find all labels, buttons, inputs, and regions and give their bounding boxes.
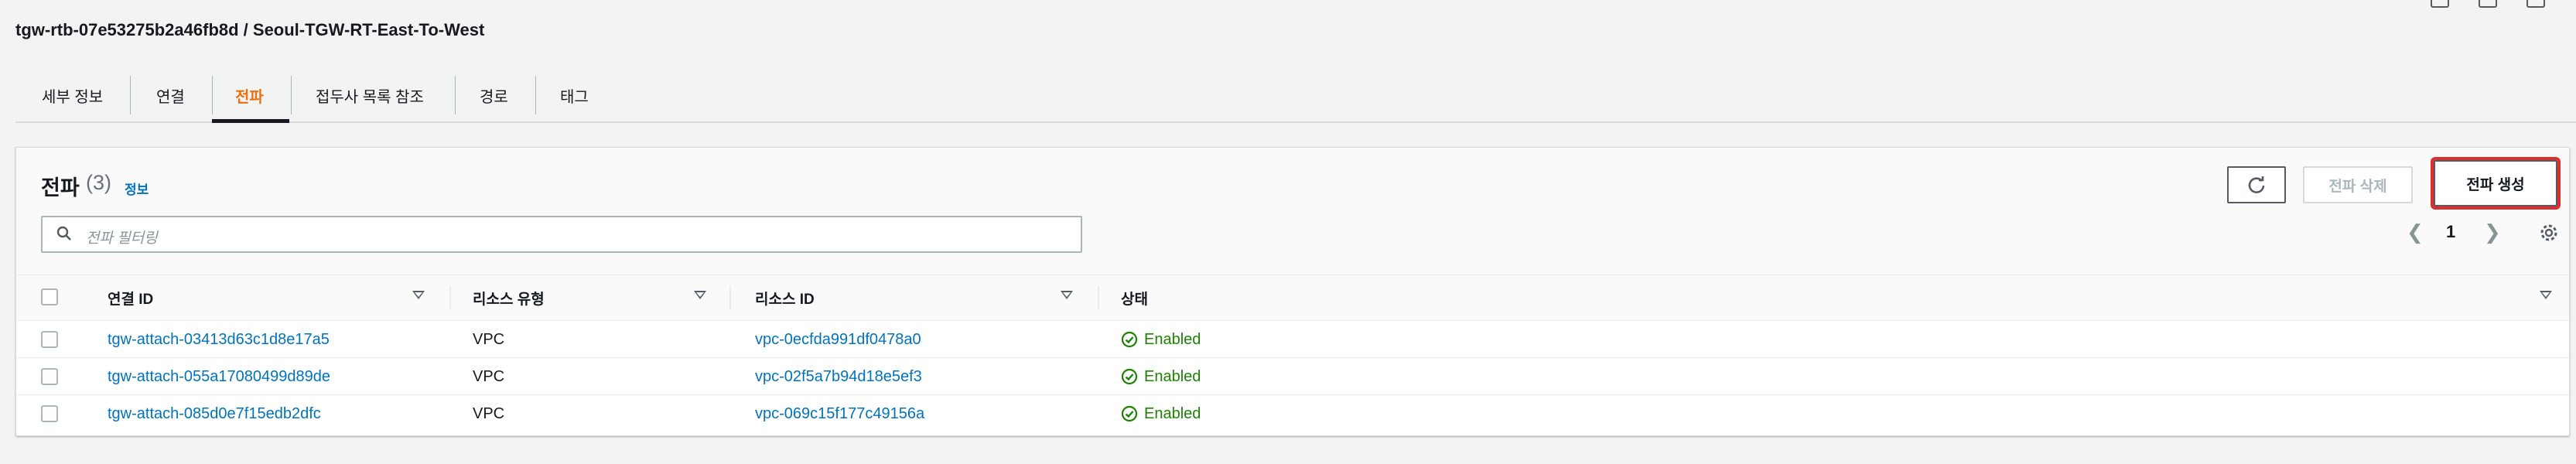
column-attachment-id[interactable]: 연결 ID [108,275,153,320]
tab-routes[interactable]: 경로 [480,67,508,124]
gear-icon[interactable] [2538,222,2560,244]
tab-details[interactable]: 세부 정보 [42,67,103,124]
panel-header [16,148,2569,275]
attachment-id-link[interactable]: tgw-attach-03413d63c1d8e17a5 [108,321,330,358]
refresh-icon [2248,176,2265,193]
tab-divider [291,76,292,114]
propagations-panel: 전파 (3) 정보 전파 삭제 전파 생성 전파 필터링 ❮ 1 ❯ 연결 ID… [15,147,2570,436]
status-text: Enabled [1144,367,1201,385]
row-checkbox[interactable] [41,368,58,385]
tab-divider [130,76,131,114]
attachment-id-link[interactable]: tgw-attach-085d0e7f15edb2dfc [108,395,321,432]
status-badge: Enabled [1121,321,1201,358]
prev-page-icon[interactable]: ❮ [2407,220,2424,244]
column-resource-type[interactable]: 리소스 유형 [473,275,545,320]
window-icon[interactable] [2526,0,2545,8]
status-text: Enabled [1144,404,1201,422]
check-circle-icon [1121,368,1138,385]
info-link[interactable]: 정보 [125,179,149,198]
status-text: Enabled [1144,330,1201,348]
row-checkbox[interactable] [41,405,58,422]
delete-propagation-button[interactable]: 전파 삭제 [2303,166,2413,203]
attachment-id-link[interactable]: tgw-attach-055a17080499d89de [108,358,330,395]
window-icon[interactable] [2431,0,2449,8]
resource-id-link[interactable]: vpc-02f5a7b94d18e5ef3 [755,358,922,395]
filter-search[interactable]: 전파 필터링 [41,216,1082,253]
page-title: tgw-rtb-07e53275b2a46fb8d / Seoul-TGW-RT… [15,20,485,39]
tab-divider [535,76,536,114]
resource-type: VPC [473,367,505,385]
table-row[interactable]: tgw-attach-055a17080499d89de VPC vpc-02f… [16,358,2569,395]
tab-divider [212,76,213,114]
row-checkbox[interactable] [41,331,58,348]
select-all-checkbox[interactable] [41,288,58,305]
page-number[interactable]: 1 [2446,222,2455,242]
top-icons [2431,0,2545,8]
table-row[interactable]: tgw-attach-03413d63c1d8e17a5 VPC vpc-0ec… [16,321,2569,358]
sort-icon[interactable] [694,291,706,299]
column-divider [729,286,731,309]
window-icon[interactable] [2479,0,2497,8]
check-circle-icon [1121,405,1138,422]
tab-prefix-list-references[interactable]: 접두사 목록 참조 [316,67,424,124]
search-input[interactable]: 전파 필터링 [86,227,158,247]
panel-title: 전파 [41,176,80,200]
active-tab-indicator [212,119,289,123]
check-circle-icon [1121,331,1138,348]
status-badge: Enabled [1121,395,1201,432]
resource-type: VPC [473,330,505,348]
sort-icon[interactable] [412,291,425,299]
next-page-icon[interactable]: ❯ [2484,220,2501,244]
panel-count: (3) [86,171,111,194]
resource-id-link[interactable]: vpc-069c15f177c49156a [755,395,924,432]
status-badge: Enabled [1121,358,1201,395]
search-icon [56,226,71,241]
column-status[interactable]: 상태 [1121,275,1148,320]
tab-tags[interactable]: 태그 [560,67,589,124]
column-divider [1098,286,1099,309]
tab-propagations[interactable]: 전파 [235,67,264,124]
resource-id-link[interactable]: vpc-0ecfda991df0478a0 [755,321,921,358]
table-header: 연결 ID 리소스 유형 리소스 ID 상태 [16,275,2569,321]
tabs-divider [15,121,2576,123]
column-resource-id[interactable]: 리소스 ID [755,275,815,320]
column-divider [449,286,451,309]
tab-bar: 세부 정보 연결 전파 접두사 목록 참조 경로 태그 [15,67,2576,124]
table-row[interactable]: tgw-attach-085d0e7f15edb2dfc VPC vpc-069… [16,395,2569,432]
sort-icon[interactable] [2540,291,2552,299]
resource-type: VPC [473,404,505,422]
tab-attachments[interactable]: 연결 [156,67,185,124]
tab-divider [455,76,456,114]
create-propagation-button[interactable]: 전파 생성 [2431,157,2561,210]
refresh-button[interactable] [2227,166,2286,203]
sort-icon[interactable] [1061,291,1073,299]
